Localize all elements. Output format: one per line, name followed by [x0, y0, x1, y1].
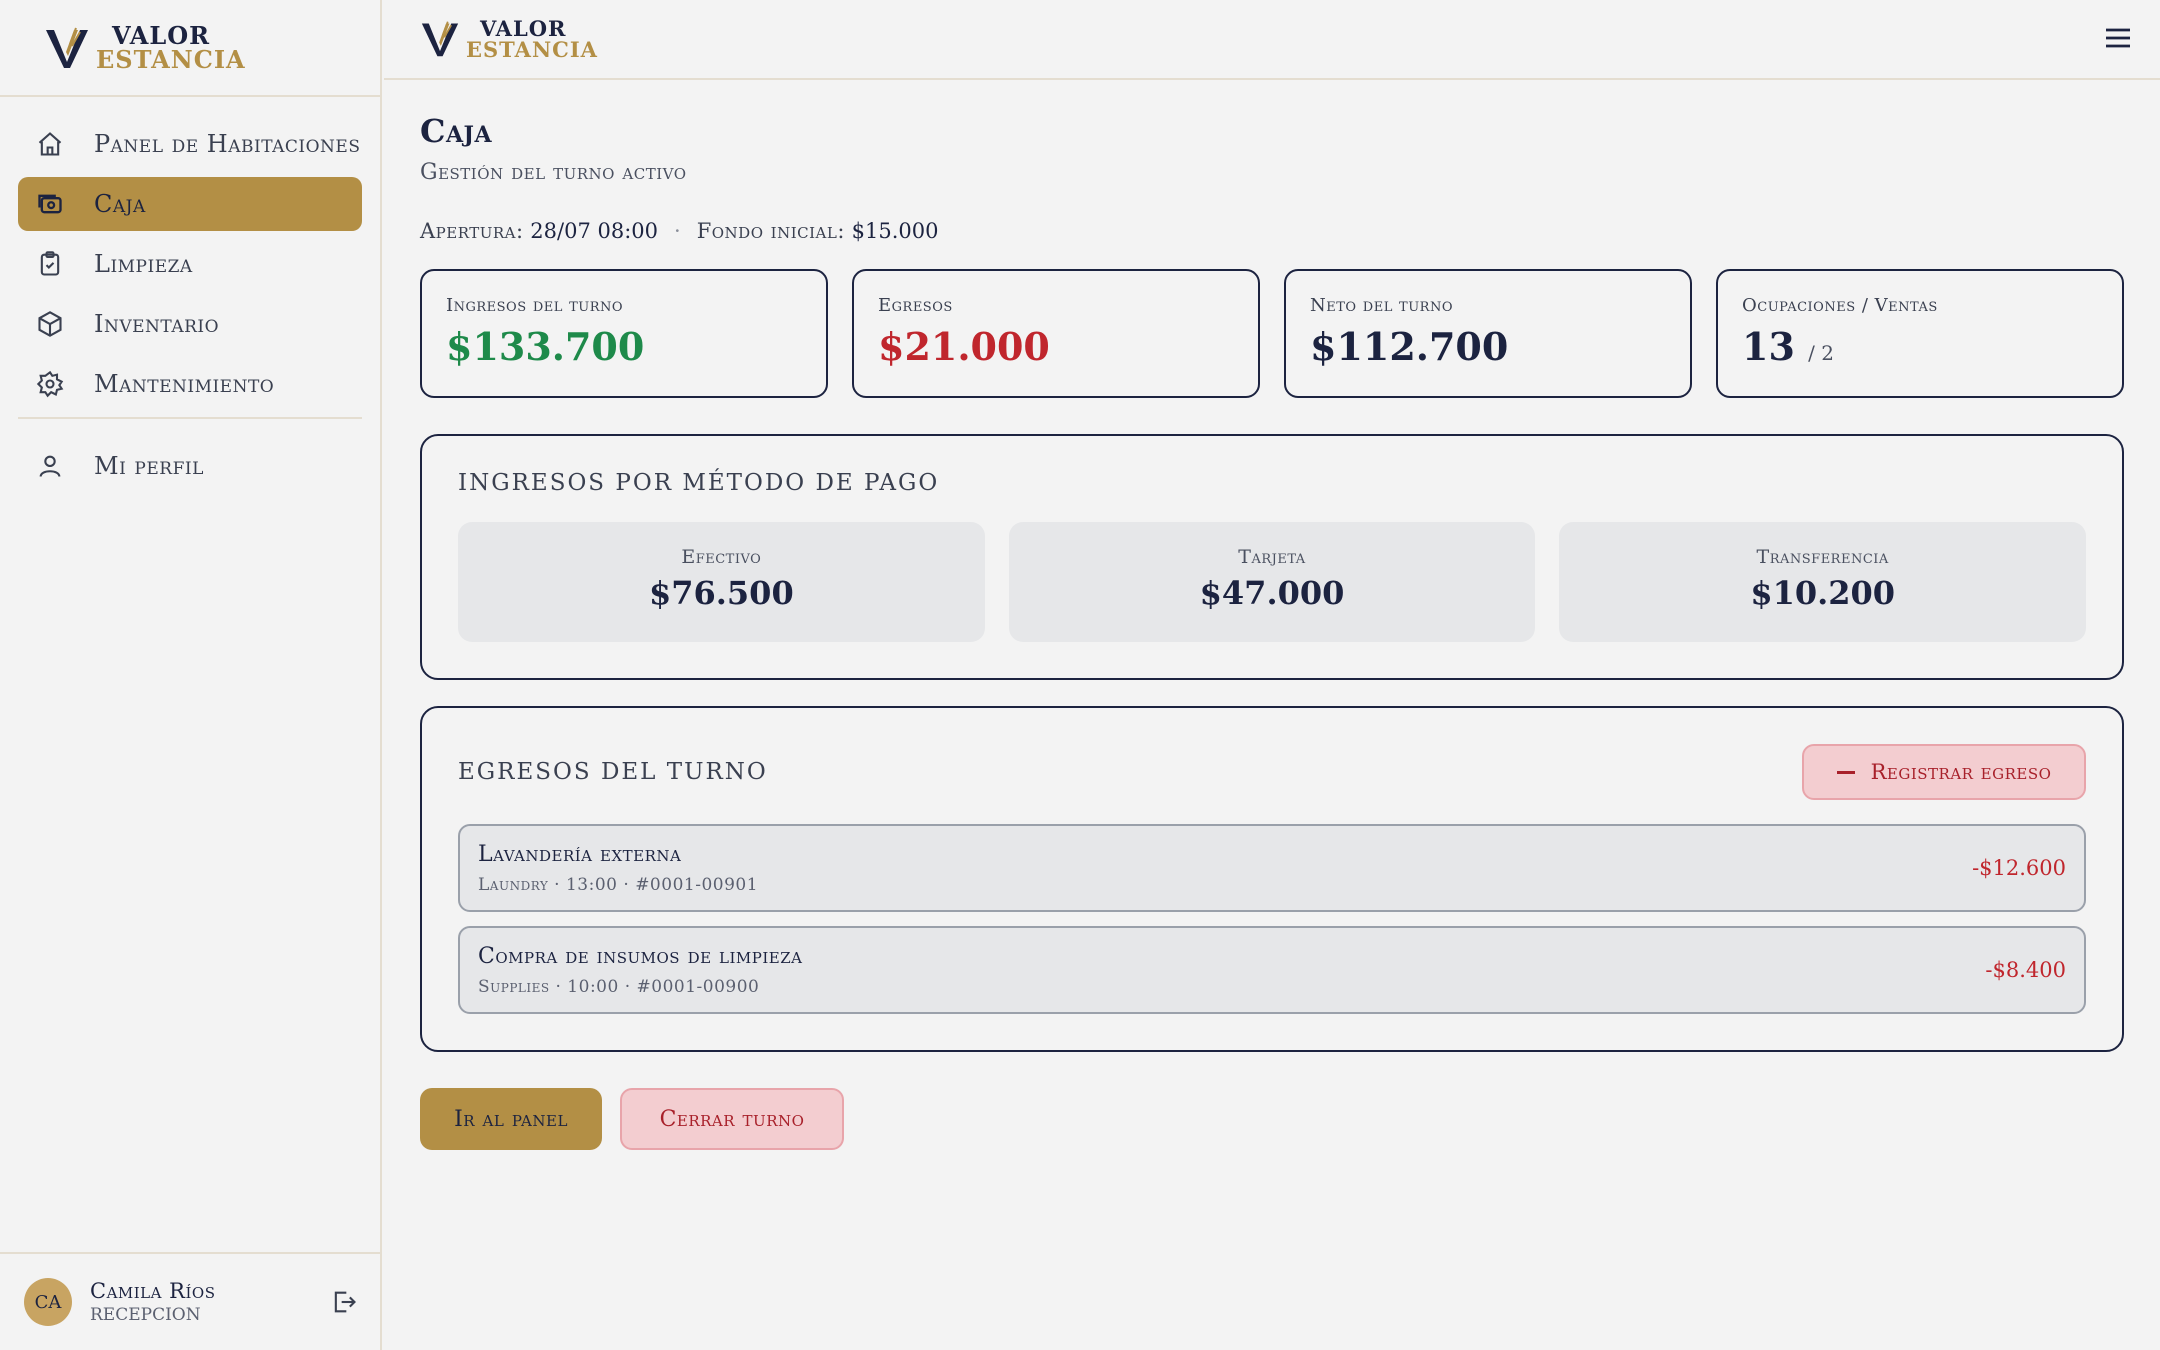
sidebar-item-mi-perfil[interactable]: Mi perfil — [18, 439, 362, 493]
payment-methods-list: Efectivo $76.500 Tarjeta $47.000 Transfe… — [458, 522, 2087, 642]
stat-label: Ingresos del turno — [446, 295, 624, 316]
panel-title: Ingresos por método de pago — [458, 470, 940, 496]
user-name: Camila Ríos — [90, 1279, 216, 1304]
sidebar-item-mantenimiento[interactable]: Mantenimiento — [18, 357, 362, 411]
sidebar-nav: Panel de Habitaciones Caja Limpieza Inve… — [0, 97, 380, 493]
logout-icon[interactable] — [330, 1288, 358, 1316]
register-expense-label: Registrar egreso — [1870, 760, 2052, 784]
brand-line1: VALOR — [480, 16, 567, 41]
brand-logo[interactable]: VALOR ESTANCIA — [44, 20, 246, 74]
payment-method-value: $47.000 — [1199, 574, 1345, 612]
sidebar-item-label: Mantenimiento — [94, 370, 275, 398]
brand-line1: VALOR — [112, 20, 211, 50]
box-icon — [36, 310, 64, 338]
brand-v-icon — [421, 21, 459, 57]
brand-line2: ESTANCIA — [466, 37, 598, 62]
expenses-panel: Egresos del turno Registrar egreso Lavan… — [420, 706, 2124, 1052]
sidebar-item-label: Mi perfil — [94, 452, 204, 480]
payment-method-card: Efectivo $76.500 — [458, 522, 985, 642]
sidebar: VALOR ESTANCIA Panel de Habitaciones Caj… — [0, 0, 382, 1350]
sidebar-user-footer: CA Camila Ríos RECEPCION — [0, 1252, 380, 1350]
opening-label: Apertura: — [420, 219, 524, 243]
panel-title: Egresos del turno — [458, 759, 768, 785]
main-content: Caja Gestión del turno activo Apertura: … — [420, 112, 2124, 1150]
stat-card-occupancy: Ocupaciones / Ventas 13 / 2 — [1716, 269, 2124, 398]
stat-value-group: 13 / 2 — [1742, 324, 2122, 369]
brand-line2: ESTANCIA — [96, 44, 246, 74]
stat-label: Neto del turno — [1310, 295, 1454, 316]
gear-icon — [36, 370, 64, 398]
opening-value: 28/07 08:00 — [530, 219, 658, 243]
payment-method-label: Transferencia — [1756, 546, 1889, 568]
stats-row: Ingresos del turno $133.700 Egresos $21.… — [420, 269, 2124, 398]
user-icon — [36, 452, 64, 480]
payment-methods-panel: Ingresos por método de pago Efectivo $76… — [420, 434, 2124, 680]
minus-icon — [1836, 770, 1855, 774]
stat-label: Ocupaciones / Ventas — [1742, 295, 1938, 316]
expense-amount: -$8.400 — [1985, 958, 2066, 982]
sidebar-item-label: Limpieza — [94, 250, 193, 278]
page-actions: Ir al panel Cerrar turno — [420, 1088, 2124, 1150]
expenses-list: Lavandería externa Laundry · 13:00 · #00… — [458, 824, 2086, 1014]
expense-detail: Supplies · 10:00 · #0001-00900 — [478, 976, 760, 997]
fund-value: $15.000 — [851, 219, 939, 243]
payment-method-card: Tarjeta $47.000 — [1008, 522, 1536, 642]
stat-value: $133.700 — [446, 324, 645, 369]
stat-secondary-value: / 2 — [1808, 341, 1834, 365]
sidebar-item-inventario[interactable]: Inventario — [18, 297, 362, 351]
expense-title: Compra de insumos de limpieza — [478, 943, 803, 969]
list-item[interactable]: Lavandería externa Laundry · 13:00 · #00… — [458, 824, 2086, 912]
fund-label: Fondo inicial: — [696, 219, 845, 243]
stat-card-expenses: Egresos $21.000 — [852, 269, 1260, 398]
stat-value: 13 — [1742, 324, 1795, 369]
go-to-panel-button[interactable]: Ir al panel — [420, 1088, 602, 1150]
stat-label: Egresos — [878, 295, 953, 316]
top-header: VALOR ESTANCIA — [384, 0, 2160, 80]
expense-detail: Laundry · 13:00 · #0001-00901 — [478, 874, 759, 895]
header-brand-logo[interactable]: VALOR ESTANCIA — [420, 18, 598, 60]
home-icon — [36, 130, 64, 158]
payment-method-label: Tarjeta — [1238, 546, 1306, 568]
sidebar-item-panel-habitaciones[interactable]: Panel de Habitaciones — [18, 117, 362, 171]
stat-card-net: Neto del turno $112.700 — [1284, 269, 1692, 398]
meta-separator: · — [674, 219, 681, 243]
payment-method-value: $10.200 — [1750, 574, 1896, 612]
cash-register-icon — [36, 190, 64, 218]
register-expense-button[interactable]: Registrar egreso — [1802, 744, 2086, 800]
stat-value: $112.700 — [1310, 324, 1509, 369]
close-shift-button[interactable]: Cerrar turno — [620, 1088, 844, 1150]
sidebar-logo-area: VALOR ESTANCIA — [0, 0, 380, 97]
stat-card-income: Ingresos del turno $133.700 — [420, 269, 828, 398]
page-title: Caja — [420, 112, 493, 150]
page-subtitle: Gestión del turno activo — [420, 160, 687, 185]
payment-method-card: Transferencia $10.200 — [1559, 522, 2087, 642]
stat-value: $21.000 — [878, 324, 1050, 369]
payment-method-label: Efectivo — [681, 546, 762, 568]
expense-amount: -$12.600 — [1972, 856, 2066, 880]
sidebar-divider — [18, 417, 362, 419]
brand-v-icon — [46, 27, 88, 68]
avatar[interactable]: CA — [24, 1278, 72, 1326]
sidebar-item-label: Panel de Habitaciones — [94, 130, 361, 158]
hamburger-menu-icon[interactable] — [2102, 22, 2134, 54]
sidebar-item-limpieza[interactable]: Limpieza — [18, 237, 362, 291]
clipboard-check-icon — [36, 250, 64, 278]
payment-method-value: $76.500 — [648, 574, 794, 612]
sidebar-item-caja[interactable]: Caja — [18, 177, 362, 231]
expense-title: Lavandería externa — [478, 841, 682, 867]
list-item[interactable]: Compra de insumos de limpieza Supplies ·… — [458, 926, 2086, 1014]
shift-meta: Apertura: 28/07 08:00 · Fondo inicial: $… — [420, 219, 2124, 243]
user-role: RECEPCION — [90, 1304, 201, 1325]
sidebar-item-label: Caja — [94, 190, 146, 218]
sidebar-item-label: Inventario — [94, 310, 220, 338]
